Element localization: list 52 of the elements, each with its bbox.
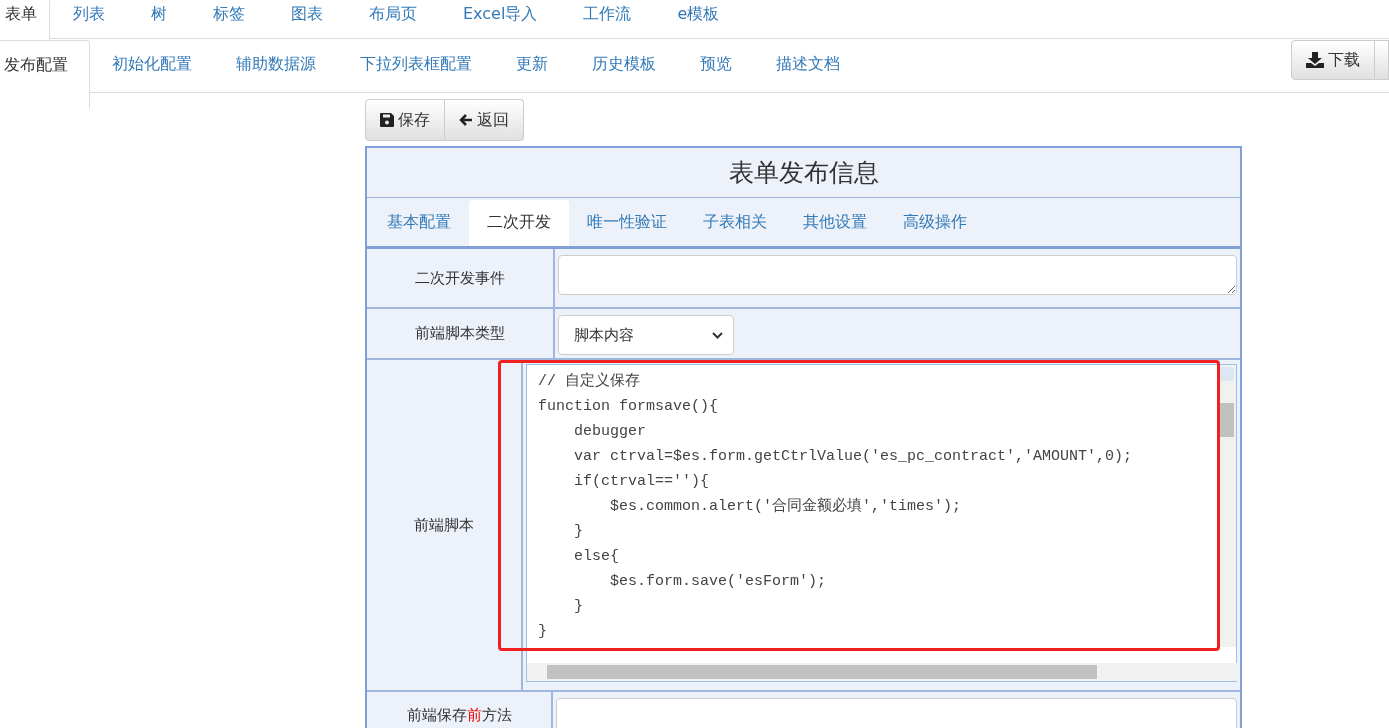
- nav-tab[interactable]: 图表: [268, 0, 346, 38]
- settings-tab[interactable]: 高级操作: [885, 200, 985, 246]
- nav-tab[interactable]: 列表: [50, 0, 128, 38]
- download-button[interactable]: 下载: [1291, 40, 1375, 80]
- config-tab[interactable]: 辅助数据源: [214, 39, 338, 92]
- settings-tab[interactable]: 子表相关: [685, 200, 785, 246]
- config-tab[interactable]: 历史模板: [570, 39, 678, 92]
- download-icon: [1306, 52, 1324, 68]
- settings-tab[interactable]: 唯一性验证: [569, 200, 685, 246]
- nav-tab[interactable]: 表单: [0, 0, 50, 40]
- config-tab[interactable]: 下拉列表框配置: [338, 39, 494, 92]
- nav-tab[interactable]: 工作流: [560, 0, 655, 38]
- code-line: }: [573, 522, 584, 542]
- code-line: }: [538, 622, 548, 642]
- config-tab[interactable]: 预览: [678, 39, 754, 92]
- code-line: debugger: [573, 422, 648, 442]
- code-line: }: [573, 597, 584, 617]
- save-button[interactable]: 保存: [365, 99, 445, 141]
- field-label: 前端脚本类型: [415, 324, 505, 343]
- script-type-select[interactable]: 脚本内容: [558, 315, 734, 355]
- settings-tab[interactable]: 其他设置: [785, 200, 885, 246]
- expand-icon[interactable]: [1220, 367, 1234, 381]
- code-line: // 自定义保存: [538, 371, 641, 392]
- nav-tab[interactable]: Excel导入: [440, 0, 561, 38]
- field-label: 前端保存前方法: [406, 706, 512, 725]
- nav-tab[interactable]: 标签: [190, 0, 268, 38]
- config-tab[interactable]: 发布配置: [0, 40, 90, 109]
- code-line: else{: [573, 547, 620, 567]
- config-tab[interactable]: 更新: [494, 39, 570, 92]
- code-line: var ctrval=$es.form.getCtrlValue('es_pc_contract','AMOUNT',0);: [573, 447, 1134, 467]
- code-line: $es.form.save('esForm');: [609, 572, 828, 592]
- code-line: function formsave(){: [538, 397, 720, 417]
- horizontal-scrollbar[interactable]: [527, 663, 1238, 681]
- nav-tab[interactable]: 布局页: [346, 0, 440, 38]
- config-tab[interactable]: 描述文档: [754, 39, 862, 92]
- settings-tab[interactable]: 基本配置: [369, 200, 469, 246]
- code-editor[interactable]: // 自定义保存 function formsave(){ debugger var ctrval=$es.form.getCtrlValue('es_pc_contract','AMOUNT',0); if(ctrval==''){ $es.common.alert('合同金额必填','times'); } else{ $es.form.save('esForm'); } }: [526, 364, 1237, 682]
- code-line: $es.common.alert('合同金额必填','times');: [609, 496, 963, 517]
- config-tab[interactable]: 初始化配置: [90, 39, 214, 92]
- toolbar-button[interactable]: [1375, 40, 1389, 80]
- field-label: 二次开发事件: [415, 268, 505, 288]
- code-line: if(ctrval==''){: [573, 472, 711, 492]
- panel-title: 表单发布信息: [728, 157, 879, 189]
- field-label: 前端脚本: [414, 515, 474, 535]
- left-arrow-icon: [459, 113, 473, 127]
- text-area[interactable]: [558, 255, 1237, 295]
- settings-tab[interactable]: 二次开发: [469, 200, 569, 246]
- text-area[interactable]: [556, 698, 1237, 728]
- nav-tab[interactable]: 树: [128, 0, 190, 38]
- nav-tab[interactable]: e模板: [654, 0, 743, 38]
- chevron-down-icon: [712, 331, 723, 339]
- back-button[interactable]: 返回: [445, 99, 524, 141]
